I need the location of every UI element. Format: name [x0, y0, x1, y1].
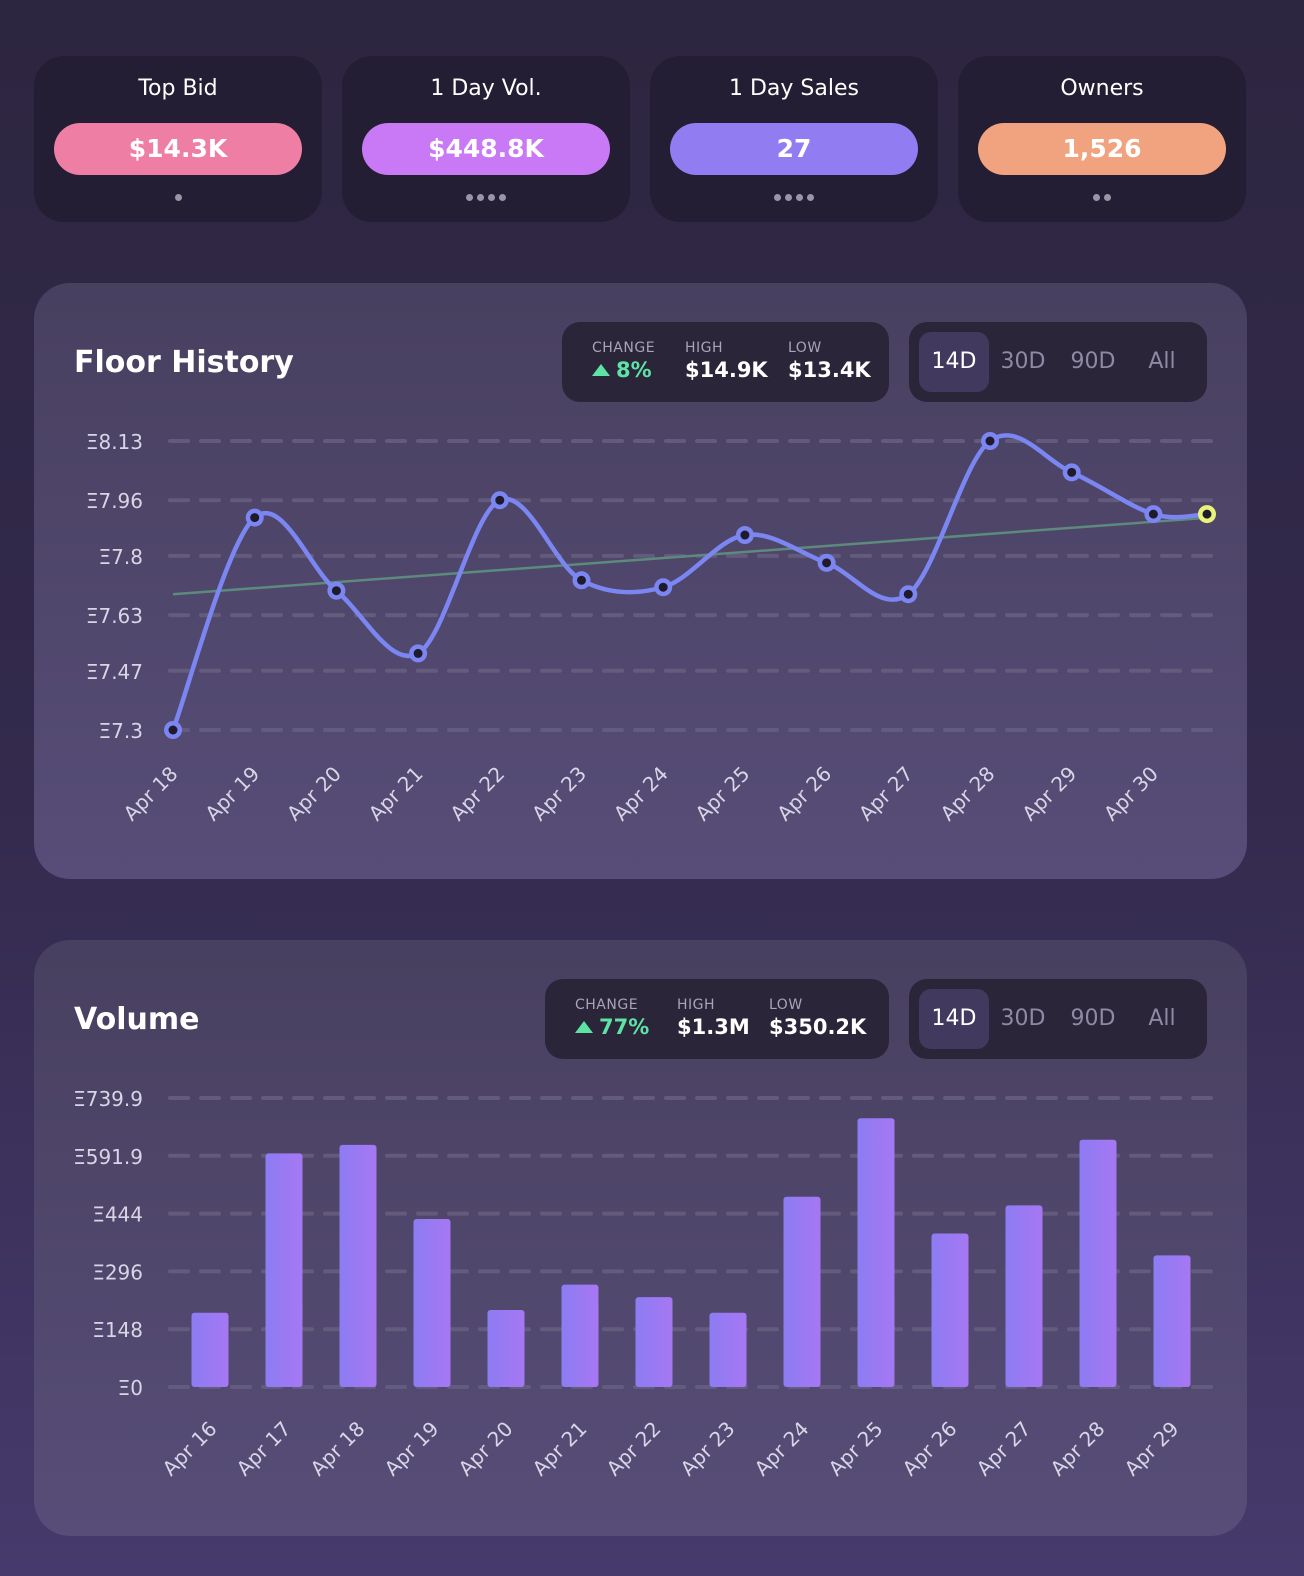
pagination-dots[interactable] — [34, 194, 322, 201]
low-value: $13.4K — [788, 358, 871, 382]
low-label: LOW — [769, 997, 803, 1013]
change-stat: CHANGE 8% — [592, 340, 655, 382]
volume-summary: CHANGE 77% HIGH $1.3M LOW $350.2K — [545, 979, 889, 1059]
range-all-button[interactable]: All — [1127, 989, 1197, 1049]
range-14d-button[interactable]: 14D — [919, 332, 989, 392]
stat-value-pill: $448.8K — [362, 123, 610, 175]
panel-title: Volume — [74, 1002, 200, 1037]
stat-label: Owners — [1060, 76, 1144, 101]
pagination-dots[interactable] — [958, 194, 1246, 201]
range-30d-button[interactable]: 30D — [988, 332, 1058, 392]
low-value: $350.2K — [769, 1015, 867, 1039]
range-14d-button[interactable]: 14D — [919, 989, 989, 1049]
low-label: LOW — [788, 340, 822, 356]
range-30d-button[interactable]: 30D — [988, 989, 1058, 1049]
floor-summary: CHANGE 8% HIGH $14.9K LOW $13.4K — [562, 322, 889, 402]
volume-range-selector: 14D 30D 90D All — [909, 979, 1207, 1059]
high-label: HIGH — [677, 997, 716, 1013]
stat-card-day-sales: 1 Day Sales 27 — [650, 56, 938, 222]
change-value: 8% — [616, 358, 652, 382]
stat-value-pill: $14.3K — [54, 123, 302, 175]
volume-panel: Volume CHANGE 77% HIGH $1.3M LOW $350.2K… — [34, 940, 1247, 1536]
stat-value-pill: 1,526 — [978, 123, 1226, 175]
pagination-dots[interactable] — [650, 194, 938, 201]
floor-range-selector: 14D 30D 90D All — [909, 322, 1207, 402]
low-stat: LOW $350.2K — [769, 997, 866, 1039]
change-stat: CHANGE 77% — [575, 997, 649, 1039]
high-stat: HIGH $14.9K — [685, 340, 768, 382]
panel-title: Floor History — [74, 345, 294, 380]
stat-label: 1 Day Sales — [729, 76, 859, 101]
high-label: HIGH — [685, 340, 724, 356]
up-arrow-icon — [575, 1021, 593, 1033]
change-label: CHANGE — [592, 340, 656, 356]
stat-card-day-volume: 1 Day Vol. $448.8K — [342, 56, 630, 222]
low-stat: LOW $13.4K — [788, 340, 871, 382]
range-90d-button[interactable]: 90D — [1058, 332, 1128, 392]
floor-history-panel: Floor History CHANGE 8% HIGH $14.9K LOW … — [34, 283, 1247, 879]
stat-card-top-bid: Top Bid $14.3K — [34, 56, 322, 222]
change-value: 77% — [599, 1015, 650, 1039]
high-stat: HIGH $1.3M — [677, 997, 750, 1039]
range-all-button[interactable]: All — [1127, 332, 1197, 392]
stat-card-owners: Owners 1,526 — [958, 56, 1246, 222]
change-label: CHANGE — [575, 997, 639, 1013]
range-90d-button[interactable]: 90D — [1058, 989, 1128, 1049]
high-value: $1.3M — [677, 1015, 750, 1039]
high-value: $14.9K — [685, 358, 768, 382]
stat-label: Top Bid — [138, 76, 218, 101]
stat-value-pill: 27 — [670, 123, 918, 175]
pagination-dots[interactable] — [342, 194, 630, 201]
stat-label: 1 Day Vol. — [430, 76, 542, 101]
up-arrow-icon — [592, 364, 610, 376]
